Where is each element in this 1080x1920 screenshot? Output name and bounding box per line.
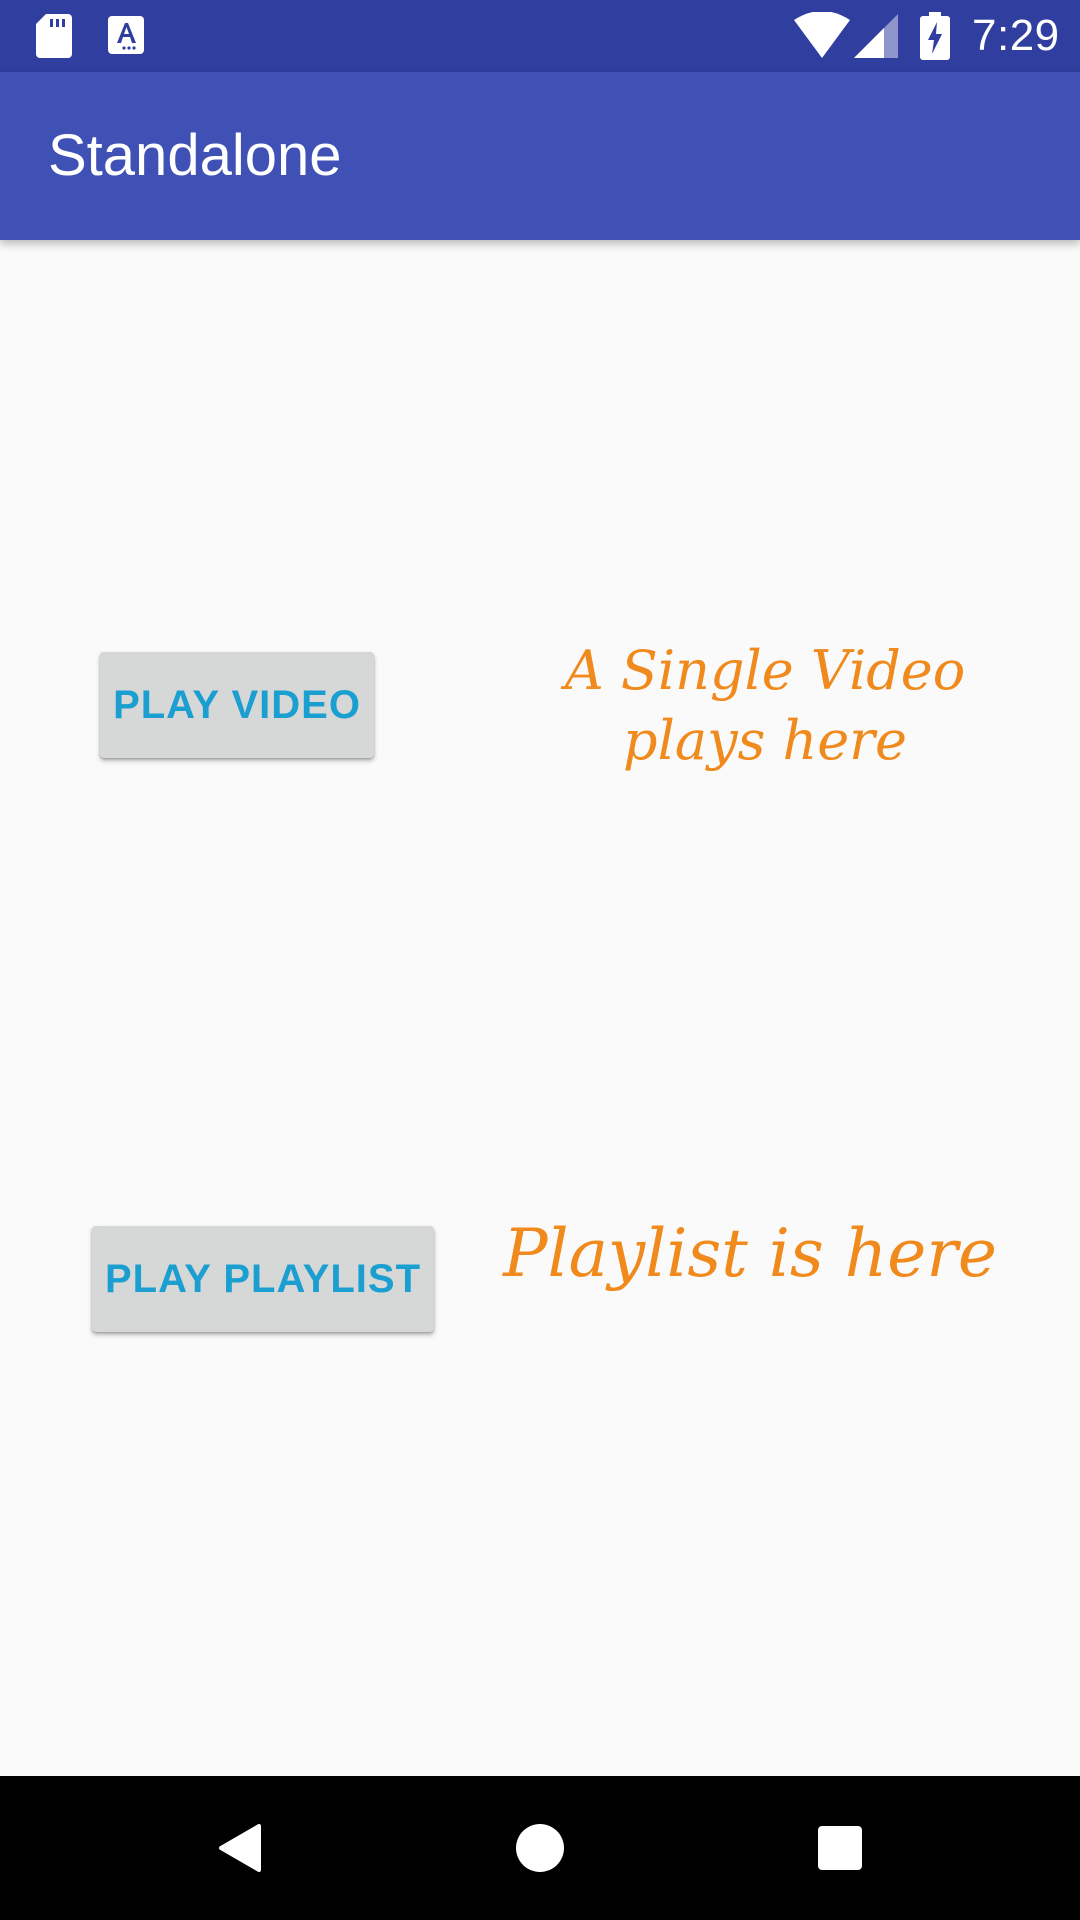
battery-charging-icon — [920, 12, 950, 60]
wifi-icon — [794, 12, 850, 58]
playlist-caption: Playlist is here — [503, 1215, 997, 1292]
play-playlist-button[interactable]: PLAY PLAYLIST — [92, 1226, 434, 1332]
navigation-bar — [0, 1776, 1080, 1920]
recents-button[interactable] — [804, 1812, 876, 1884]
app-screen: 7:29 Standalone PLAY VIDEO A Single Vide… — [0, 0, 1080, 1920]
recents-icon — [818, 1826, 862, 1870]
back-icon — [219, 1824, 261, 1872]
cell-signal-icon — [854, 14, 898, 58]
app-bar: Standalone — [0, 72, 1080, 240]
video-caption: A Single Video plays here — [564, 639, 966, 772]
home-button[interactable] — [504, 1812, 576, 1884]
sd-card-icon — [36, 14, 72, 58]
app-title: Standalone — [48, 123, 342, 188]
status-clock: 7:29 — [972, 11, 1060, 60]
play-video-button[interactable]: PLAY VIDEO — [100, 652, 374, 758]
status-bar: 7:29 — [0, 0, 1080, 72]
a-notification-icon — [108, 16, 144, 54]
home-icon — [516, 1824, 564, 1872]
back-button[interactable] — [204, 1812, 276, 1884]
